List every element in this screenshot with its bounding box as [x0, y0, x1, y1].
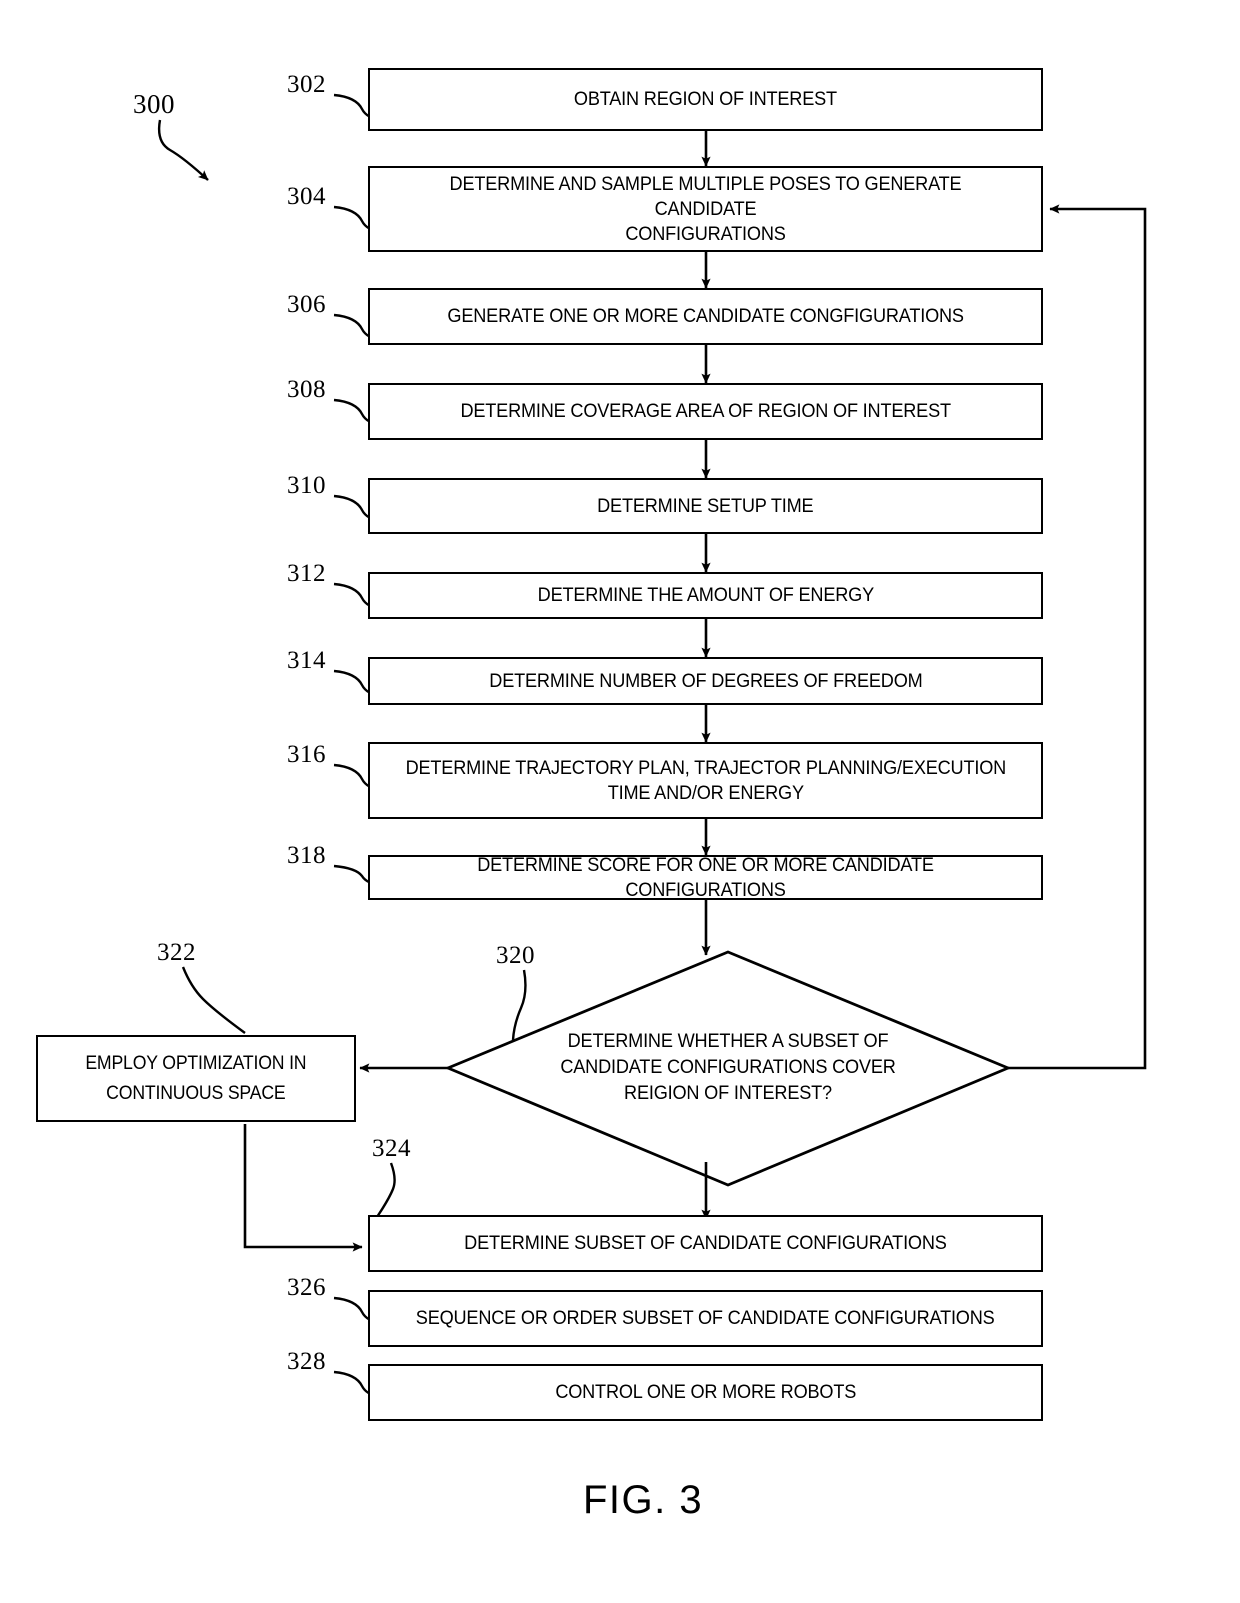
decision-label-320: DETERMINE WHETHER A SUBSET OF CANDIDATE …	[560, 1030, 896, 1104]
process-box-318[interactable]: DETERMINE SCORE FOR ONE OR MORE CANDIDAT…	[368, 853, 1043, 901]
process-text-318: DETERMINE SCORE FOR ONE OR MORE CANDIDAT…	[477, 853, 934, 901]
process-box-324[interactable]: DETERMINE SUBSET OF CANDIDATE CONFIGURAT…	[368, 1215, 1043, 1272]
process-text-328: CONTROL ONE OR MORE ROBOTS	[555, 1381, 856, 1403]
figure-page: OBTAIN REGION OF INTEREST DETERMINE AND …	[0, 0, 1240, 1603]
process-text-302: OBTAIN REGION OF INTEREST	[573, 88, 838, 110]
ref-number-312: 312	[287, 560, 326, 587]
process-text-308: DETERMINE COVERAGE AREA OF REGION OF INT…	[460, 400, 951, 422]
process-box-316[interactable]: DETERMINE TRAJECTORY PLAN, TRAJECTOR PLA…	[368, 742, 1043, 819]
process-box-314[interactable]: DETERMINE NUMBER OF DEGREES OF FREEDOM	[368, 657, 1043, 705]
ref-number-314: 314	[287, 647, 326, 674]
process-box-322[interactable]: EMPLOY OPTIMIZATION IN CONTINUOUS SPACE	[36, 1035, 356, 1122]
figure-caption: FIG. 3	[583, 1478, 704, 1522]
ref-number-320: 320	[496, 942, 535, 969]
leader-300	[157, 119, 209, 181]
process-text-306: GENERATE ONE OR MORE CANDIDATE CONGFIGUR…	[447, 305, 964, 327]
ref-number-310: 310	[287, 472, 326, 499]
process-text-310: DETERMINE SETUP TIME	[597, 494, 814, 517]
leader-324	[376, 1162, 396, 1218]
ref-number-328: 328	[287, 1348, 326, 1375]
process-box-310[interactable]: DETERMINE SETUP TIME	[368, 478, 1043, 534]
process-box-308[interactable]: DETERMINE COVERAGE AREA OF REGION OF INT…	[368, 383, 1043, 440]
ref-number-302: 302	[287, 71, 326, 98]
process-box-302[interactable]: OBTAIN REGION OF INTEREST	[368, 68, 1043, 131]
process-box-306[interactable]: GENERATE ONE OR MORE CANDIDATE CONGFIGUR…	[368, 288, 1043, 345]
ref-number-306: 306	[287, 291, 326, 318]
process-text-324: DETERMINE SUBSET OF CANDIDATE CONFIGURAT…	[464, 1232, 947, 1254]
ref-number-308: 308	[287, 376, 326, 403]
ref-number-326: 326	[287, 1274, 326, 1301]
process-box-312[interactable]: DETERMINE THE AMOUNT OF ENERGY	[368, 572, 1043, 619]
process-box-304[interactable]: DETERMINE AND SAMPLE MULTIPLE POSES TO G…	[368, 166, 1043, 252]
ref-number-324: 324	[372, 1135, 411, 1162]
process-text-322: EMPLOY OPTIMIZATION IN CONTINUOUS SPACE	[85, 1052, 307, 1104]
process-box-328[interactable]: CONTROL ONE OR MORE ROBOTS	[368, 1364, 1043, 1421]
ref-number-322: 322	[157, 939, 196, 966]
ref-number-316: 316	[287, 741, 326, 768]
ref-number-304: 304	[287, 183, 326, 210]
connector-322-324	[243, 1124, 363, 1252]
process-text-314: DETERMINE NUMBER OF DEGREES OF FREEDOM	[488, 669, 923, 692]
leader-322	[181, 966, 246, 1034]
ref-number-318: 318	[287, 842, 326, 869]
process-text-304: DETERMINE AND SAMPLE MULTIPLE POSES TO G…	[449, 172, 962, 245]
process-text-316: DETERMINE TRAJECTORY PLAN, TRAJECTOR PLA…	[405, 756, 1006, 804]
process-box-326[interactable]: SEQUENCE OR ORDER SUBSET OF CANDIDATE CO…	[368, 1290, 1043, 1347]
ref-number-300: 300	[133, 89, 175, 119]
process-text-326: SEQUENCE OR ORDER SUBSET OF CANDIDATE CO…	[416, 1307, 995, 1329]
process-text-312: DETERMINE THE AMOUNT OF ENERGY	[537, 584, 874, 606]
